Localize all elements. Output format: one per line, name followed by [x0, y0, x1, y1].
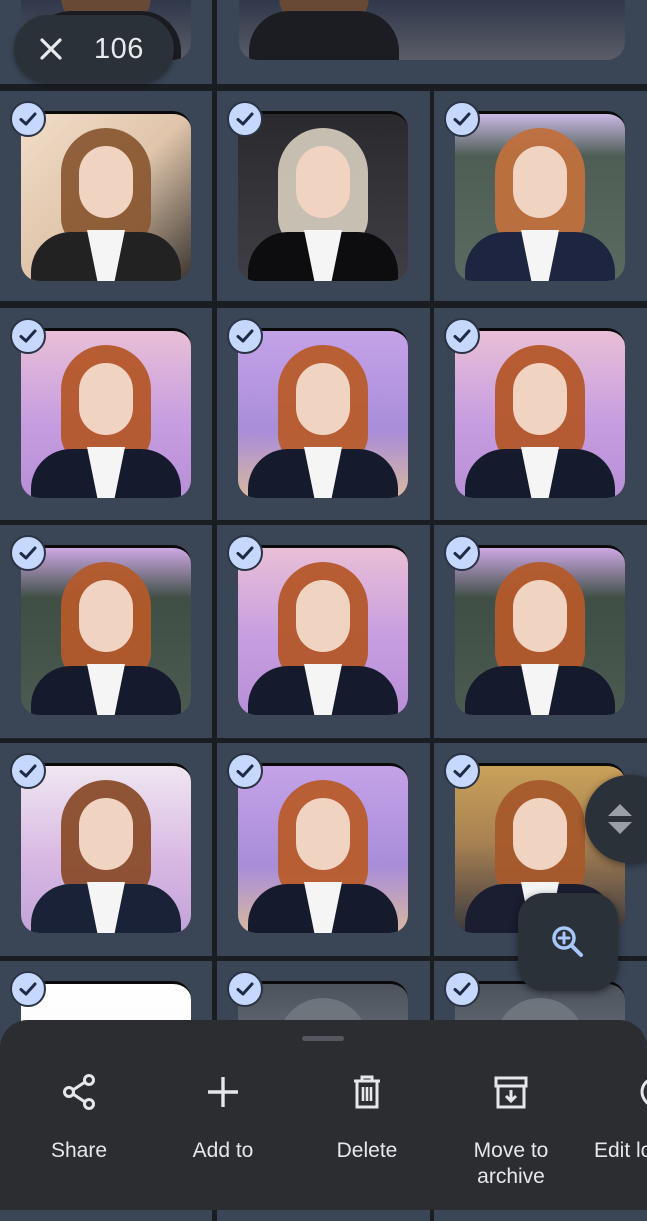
photo-thumbnail: [21, 328, 191, 498]
selected-check-icon[interactable]: [444, 753, 480, 789]
delete-label: Delete: [336, 1139, 398, 1162]
zoom-in-icon: [552, 926, 583, 957]
photo-thumbnail: [21, 545, 191, 715]
add-to-label: Add to: [192, 1139, 254, 1162]
selected-check-icon[interactable]: [227, 318, 263, 354]
share-button[interactable]: Share: [14, 1072, 144, 1164]
photo-thumbnail: [455, 328, 625, 498]
add-to-button[interactable]: Add to: [158, 1072, 288, 1164]
share-label: Share: [50, 1139, 108, 1162]
selected-check-icon[interactable]: [10, 318, 46, 354]
selection-chip: 106: [14, 15, 174, 83]
subject-face: [513, 363, 567, 435]
photo-thumbnail: [21, 111, 191, 281]
action-sheet: Share Add to Delete Move to archive Edit…: [0, 1020, 647, 1210]
subject-face: [79, 363, 133, 435]
selected-check-icon[interactable]: [444, 318, 480, 354]
photo-cell[interactable]: [434, 91, 647, 301]
selected-check-icon[interactable]: [444, 971, 480, 1007]
edit-location-label: Edit lo: [594, 1139, 647, 1162]
photo-cell[interactable]: [434, 525, 647, 738]
photo-cell[interactable]: [434, 308, 647, 520]
edit-location-button[interactable]: Edit lo: [574, 1072, 647, 1164]
sheet-drag-handle[interactable]: [302, 1036, 344, 1041]
selected-check-icon[interactable]: [10, 971, 46, 1007]
delete-button[interactable]: Delete: [302, 1072, 432, 1164]
photo-thumbnail: [238, 111, 408, 281]
selected-check-icon[interactable]: [227, 753, 263, 789]
subject-face: [296, 580, 350, 652]
share-icon: [63, 1074, 95, 1110]
subject-face: [513, 798, 567, 870]
photo-thumbnail: [455, 111, 625, 281]
photo-cell[interactable]: [0, 308, 212, 520]
photo-thumbnail: [238, 545, 408, 715]
subject-face: [296, 363, 350, 435]
selected-check-icon[interactable]: [444, 535, 480, 571]
archive-label: Move to archive: [473, 1139, 549, 1188]
photo-thumbnail: [238, 763, 408, 933]
photo-cell[interactable]: [217, 91, 430, 301]
photo-thumbnail: [239, 0, 625, 60]
photo-thumbnail: [455, 545, 625, 715]
archive-button[interactable]: Move to archive: [446, 1072, 576, 1190]
photo-cell[interactable]: [0, 91, 212, 301]
photo-thumbnail: [21, 763, 191, 933]
photo-cell[interactable]: [0, 743, 212, 956]
photo-cell[interactable]: [217, 308, 430, 520]
edit-location-icon: [640, 1079, 647, 1105]
selected-check-icon[interactable]: [444, 101, 480, 137]
photo-cell[interactable]: [217, 743, 430, 956]
photo-thumbnail: [238, 328, 408, 498]
subject-face: [79, 580, 133, 652]
close-icon[interactable]: [36, 34, 66, 64]
scroll-arrows-icon: [608, 804, 632, 834]
selected-check-icon[interactable]: [227, 535, 263, 571]
selected-check-icon[interactable]: [10, 753, 46, 789]
photo-cell[interactable]: [217, 0, 647, 84]
archive-icon: [494, 1076, 528, 1109]
photo-cell[interactable]: [0, 525, 212, 738]
subject-face: [513, 580, 567, 652]
subject-face: [79, 798, 133, 870]
photo-cell[interactable]: [217, 525, 430, 738]
selected-check-icon[interactable]: [10, 101, 46, 137]
subject-face: [296, 798, 350, 870]
subject-face: [513, 146, 567, 218]
plus-icon: [208, 1077, 238, 1107]
subject-face: [79, 146, 133, 218]
selected-count: 106: [94, 32, 144, 65]
selected-check-icon[interactable]: [227, 971, 263, 1007]
zoom-button[interactable]: [518, 893, 618, 991]
selected-check-icon[interactable]: [227, 101, 263, 137]
trash-icon: [354, 1075, 380, 1109]
selected-check-icon[interactable]: [10, 535, 46, 571]
subject-face: [296, 146, 350, 218]
